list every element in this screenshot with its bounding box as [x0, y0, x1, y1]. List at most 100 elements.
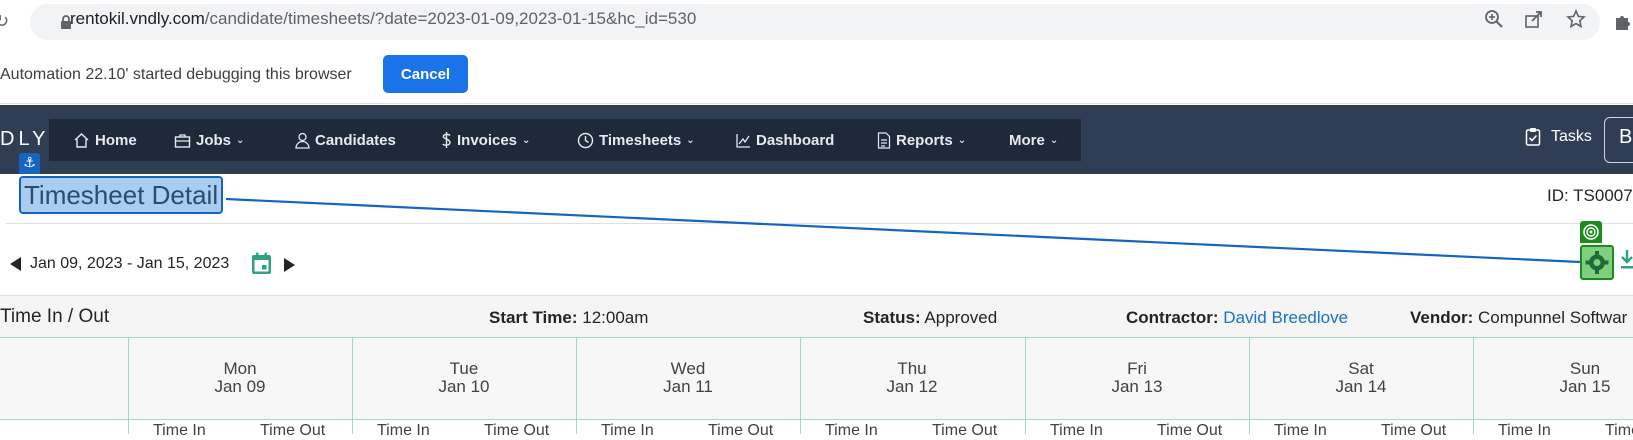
- nav-invoices[interactable]: Invoices ⌄: [441, 119, 530, 161]
- day-date: Jan 09: [214, 377, 266, 396]
- day-of-week: Sat: [1348, 359, 1374, 378]
- nav-timesheets-label: Timesheets: [599, 131, 682, 149]
- status-value: Approved: [924, 308, 998, 327]
- nav-home-label: Home: [95, 131, 137, 149]
- clock-icon: [577, 132, 594, 148]
- nav-home[interactable]: Home: [73, 119, 137, 161]
- time-out-header: Time Out: [260, 422, 326, 439]
- day-of-week: Fri: [1127, 359, 1147, 378]
- time-in-header: Time In: [825, 422, 878, 439]
- app-navbar: DLY Home Jobs ⌄ Candidates Invoices ⌄ Time…: [0, 105, 1633, 174]
- day-header-sat: Sat Jan 14: [1249, 360, 1473, 396]
- time-in-header: Time In: [377, 422, 430, 439]
- vendor-value: Compunnel Softwar: [1478, 308, 1628, 327]
- download-icon[interactable]: [1621, 248, 1633, 272]
- url-path: /candidate/timesheets/?date=2023-01-09,2…: [204, 9, 697, 28]
- nav-invoices-label: Invoices: [457, 131, 518, 149]
- time-out-header: Time Out: [1381, 422, 1447, 439]
- nav-jobs-label: Jobs: [196, 131, 232, 149]
- dollar-icon: [442, 132, 451, 148]
- day-of-week: Sun: [1569, 359, 1601, 378]
- header-divider: [6, 223, 1633, 224]
- day-date: Jan 13: [1111, 377, 1163, 396]
- time-out-header: Time Out: [1157, 422, 1223, 439]
- nav-candidates[interactable]: Candidates: [295, 119, 396, 161]
- start-time-label: Start Time:: [489, 308, 578, 327]
- brand-logo[interactable]: DLY: [0, 128, 49, 151]
- share-icon[interactable]: [1524, 9, 1544, 29]
- debugging-message: Automation 22.10' started debugging this…: [0, 66, 352, 83]
- nav-dashboard-label: Dashboard: [756, 131, 835, 149]
- next-week-icon[interactable]: [284, 258, 295, 272]
- day-header-wed: Wed Jan 11: [576, 360, 800, 396]
- time-out-header: Time Out: [932, 422, 998, 439]
- nav-more[interactable]: More ⌄: [1009, 119, 1058, 161]
- time-in-header: Time In: [1498, 422, 1551, 439]
- target-marker-icon: [1580, 221, 1602, 243]
- day-date: Jan 15: [1559, 377, 1611, 396]
- zoom-icon[interactable]: [1484, 9, 1504, 29]
- gear-icon: [1585, 251, 1609, 274]
- settings-target-button[interactable]: [1580, 245, 1614, 280]
- chevron-down-icon: ⌄: [957, 134, 967, 146]
- time-in-header: Time In: [1274, 422, 1327, 439]
- timesheet-info-bar: Time In / Out Start Time: 12:00am Status…: [0, 295, 1633, 337]
- start-time-value: 12:00am: [582, 308, 649, 327]
- tasks-button[interactable]: Tasks: [1525, 127, 1592, 146]
- url-host: rentokil.vndly.com: [70, 9, 205, 28]
- time-in-header: Time In: [153, 422, 206, 439]
- section-title: Time In / Out: [0, 306, 110, 327]
- day-date: Jan 14: [1335, 377, 1387, 396]
- nav-reports[interactable]: Reports ⌄: [877, 119, 966, 161]
- day-header-sun: Sun Jan 15: [1473, 360, 1633, 396]
- status-field: Status: Approved: [863, 308, 997, 328]
- home-icon: [74, 132, 89, 148]
- day-header-fri: Fri Jan 13: [1025, 360, 1249, 396]
- time-out-header: Time Out: [1605, 422, 1633, 439]
- briefcase-icon: [174, 133, 191, 148]
- nav-timesheets[interactable]: Timesheets ⌄: [577, 119, 695, 161]
- calendar-icon[interactable]: [251, 252, 272, 275]
- cancel-debugging-button[interactable]: Cancel: [383, 55, 468, 93]
- contractor-link[interactable]: David Breedlove: [1223, 308, 1348, 327]
- time-in-header: Time In: [601, 422, 654, 439]
- debugging-infobar: Automation 22.10' started debugging this…: [0, 44, 1633, 104]
- document-icon: [877, 131, 891, 149]
- nav-candidates-label: Candidates: [315, 131, 396, 149]
- time-in-header: Time In: [1050, 422, 1103, 439]
- day-date: Jan 11: [663, 377, 713, 396]
- nav-jobs[interactable]: Jobs ⌄: [174, 119, 244, 161]
- extensions-puzzle-icon[interactable]: [1613, 12, 1633, 32]
- day-of-week: Mon: [223, 359, 257, 378]
- day-header-mon: Mon Jan 09: [128, 360, 352, 396]
- day-of-week: Tue: [449, 359, 479, 378]
- page-title: Timesheet Detail: [19, 176, 224, 214]
- time-out-header: Time Out: [708, 422, 774, 439]
- nav-dashboard[interactable]: Dashboard: [736, 119, 834, 161]
- nav-reports-label: Reports: [896, 131, 953, 149]
- chevron-down-icon: ⌄: [522, 134, 531, 146]
- chevron-down-icon: ⌄: [1049, 134, 1059, 146]
- bookmark-star-icon[interactable]: [1566, 9, 1586, 29]
- url-text[interactable]: rentokil.vndly.com/candidate/timesheets/…: [70, 9, 696, 29]
- user-menu-button[interactable]: B: [1604, 117, 1633, 163]
- tasks-label: Tasks: [1551, 127, 1592, 145]
- contractor-label: Contractor:: [1126, 308, 1219, 327]
- anchor-icon: ⚓: [19, 153, 40, 174]
- date-range-nav: Jan 09, 2023 - Jan 15, 2023: [10, 252, 229, 276]
- day-header-tue: Tue Jan 10: [352, 360, 576, 396]
- status-label: Status:: [863, 308, 921, 327]
- reload-icon[interactable]: ↻: [0, 11, 9, 32]
- chart-icon: [736, 133, 750, 148]
- date-range-label: Jan 09, 2023 - Jan 15, 2023: [30, 255, 230, 272]
- browser-toolbar: ↻ rentokil.vndly.com/candidate/timesheet…: [0, 0, 1633, 44]
- contractor-field: Contractor: David Breedlove: [1126, 308, 1348, 328]
- previous-week-icon[interactable]: [10, 257, 21, 271]
- vendor-field: Vendor: Compunnel Softwar: [1410, 308, 1627, 328]
- day-of-week: Wed: [670, 359, 706, 378]
- day-date: Jan 12: [886, 377, 938, 396]
- chevron-down-icon: ⌄: [686, 134, 695, 146]
- clipboard-check-icon: [1525, 128, 1541, 146]
- main-nav: Home Jobs ⌄ Candidates Invoices ⌄ Timeshee…: [49, 119, 1081, 161]
- time-out-header: Time Out: [484, 422, 550, 439]
